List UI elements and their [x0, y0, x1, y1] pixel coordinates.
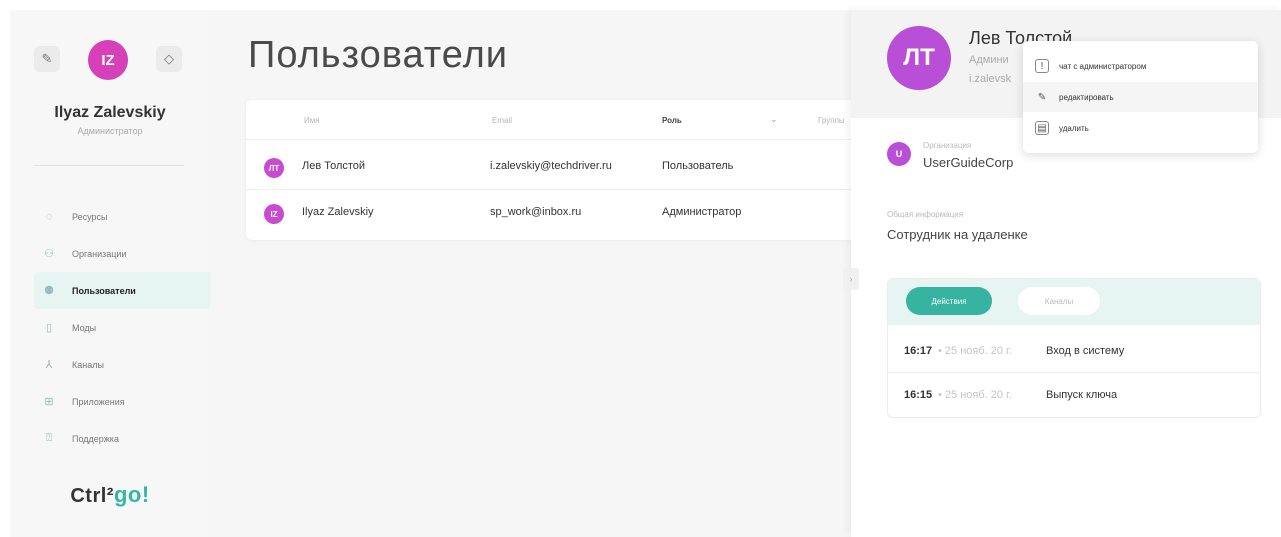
avatar: ЛТ [264, 158, 284, 178]
avatar: ЛТ [887, 26, 951, 90]
activity-box: Действия Каналы 16:17 • 25 нояб. 20 г. В… [887, 278, 1261, 418]
menu-item-edit[interactable]: ✎ редактировать [1023, 82, 1258, 112]
logo-text: Ctrl² [70, 485, 114, 507]
log-date: • 25 нояб. 20 г. [938, 345, 1012, 357]
sidebar-item-label: Пользователи [72, 285, 136, 296]
support-icon: ⍰ [45, 432, 53, 444]
table-row[interactable]: ЛТ Лев Толстой i.zalevskiy@techdriver.ru… [246, 146, 851, 190]
sidebar-item-organizations[interactable]: ⚇ Организации [34, 235, 210, 272]
top-strip [0, 0, 1281, 10]
channels-icon: ⅄ [45, 359, 53, 371]
chevron-down-icon[interactable]: ⌄ [770, 114, 778, 125]
collapse-panel-button[interactable]: › [843, 268, 859, 290]
column-header-email[interactable]: Email [492, 116, 512, 125]
menu-item-delete[interactable]: ▤ удалить [1023, 113, 1258, 143]
org-label: Организация [923, 141, 972, 150]
org-avatar: U [887, 142, 911, 166]
panel-user-role: Админи [969, 54, 1009, 66]
panel-user-email: i.zalevsk [969, 73, 1012, 85]
page-title: Пользователи [248, 34, 509, 76]
menu-item-chat-admin[interactable]: ! чат с администратором [1023, 51, 1258, 81]
logo: Ctrl²go! [10, 482, 210, 508]
sidebar-item-channels[interactable]: ⅄ Каналы [34, 346, 210, 383]
tab-channels[interactable]: Каналы [1018, 287, 1100, 315]
apps-grid-icon: ⊞ [44, 396, 54, 408]
sidebar-header: ✎ IZ ◇ [34, 40, 184, 80]
log-event: Вход в систему [1046, 345, 1125, 357]
table-row[interactable]: IZ Ilyaz Zalevskiy sp_work@inbox.ru Адми… [246, 192, 851, 236]
sidebar-item-label: Организации [72, 248, 127, 259]
log-event: Выпуск ключа [1046, 389, 1118, 401]
sidebar-item-label: Ресурсы [72, 211, 108, 222]
column-header-role[interactable]: Роль [662, 116, 682, 125]
menu-item-label: чат с администратором [1059, 61, 1147, 71]
users-table: Имя Email Роль ⌄ Группы ЛТ Лев Толстой i… [246, 100, 851, 240]
sidebar-item-resources[interactable]: ◌ Ресурсы [34, 198, 210, 235]
cell-role: Администратор [662, 206, 742, 218]
org-value: UserGuideCorp [923, 155, 1014, 170]
cell-name: Ilyaz Zalevskiy [302, 206, 374, 218]
trash-icon: ▤ [1035, 121, 1049, 135]
sidebar-item-label: Моды [72, 322, 97, 333]
pencil-icon: ✎ [41, 51, 53, 66]
log-time: 16:15 [904, 389, 933, 401]
org-tree-icon: ⚇ [44, 248, 54, 260]
user-name: Ilyaz Zalevskiy [54, 104, 166, 121]
menu-item-label: удалить [1059, 123, 1089, 133]
avatar: IZ [264, 204, 284, 224]
sidebar-item-users[interactable]: ⚉ Пользователи [34, 272, 210, 309]
table-header: Имя Email Роль ⌄ Группы [246, 100, 851, 140]
log-date: • 25 нояб. 20 г. [938, 389, 1012, 401]
cell-role: Пользователь [662, 160, 734, 172]
sidebar-item-apps[interactable]: ⊞ Приложения [34, 383, 210, 420]
sidebar-item-mods[interactable]: ▯ Моды [34, 309, 210, 346]
edit-profile-button[interactable]: ✎ [34, 46, 60, 72]
general-info-value: Сотрудник на удаленке [887, 227, 1028, 242]
tab-actions[interactable]: Действия [906, 287, 992, 315]
chat-icon: ! [1035, 59, 1049, 73]
user-role: Администратор [77, 126, 143, 136]
list-item: 16:15 • 25 нояб. 20 г. Выпуск ключа [888, 373, 1260, 417]
column-header-name[interactable]: Имя [304, 116, 320, 125]
column-header-groups[interactable]: Группы [818, 116, 845, 125]
pencil-icon: ✎ [1037, 91, 1047, 103]
general-info-label: Общая информация [887, 210, 964, 219]
bell-icon: ◇ [164, 51, 174, 66]
sidebar-item-label: Приложения [72, 396, 125, 407]
users-icon: ⚉ [44, 285, 54, 297]
tabs-bar: Действия Каналы [888, 279, 1260, 325]
chevron-right-icon: › [849, 274, 853, 284]
logo-accent: go! [113, 482, 150, 507]
context-menu: ! чат с администратором ✎ редактировать … [1023, 41, 1258, 153]
main-content: Пользователи Имя Email Роль ⌄ Группы ЛТ … [210, 10, 851, 537]
cell-email: sp_work@inbox.ru [490, 206, 582, 218]
document-icon: ▯ [45, 322, 53, 334]
divider [34, 165, 184, 166]
sidebar-nav: ◌ Ресурсы ⚇ Организации ⚉ Пользователи ▯… [34, 198, 210, 457]
sidebar-item-support[interactable]: ⍰ Поддержка [34, 420, 210, 457]
cell-name: Лев Толстой [302, 160, 366, 172]
sidebar-item-label: Каналы [72, 359, 104, 370]
avatar[interactable]: IZ [88, 40, 128, 80]
sidebar: ✎ IZ ◇ Ilyaz Zalevskiy Администратор ◌ Р… [10, 10, 210, 537]
cell-email: i.zalevskiy@techdriver.ru [490, 160, 612, 172]
circle-dashed-icon: ◌ [45, 210, 53, 223]
list-item: 16:17 • 25 нояб. 20 г. Вход в систему [888, 329, 1260, 373]
menu-item-label: редактировать [1059, 92, 1114, 102]
sidebar-item-label: Поддержка [72, 433, 119, 444]
log-time: 16:17 [904, 345, 933, 357]
notifications-button[interactable]: ◇ [156, 46, 182, 72]
